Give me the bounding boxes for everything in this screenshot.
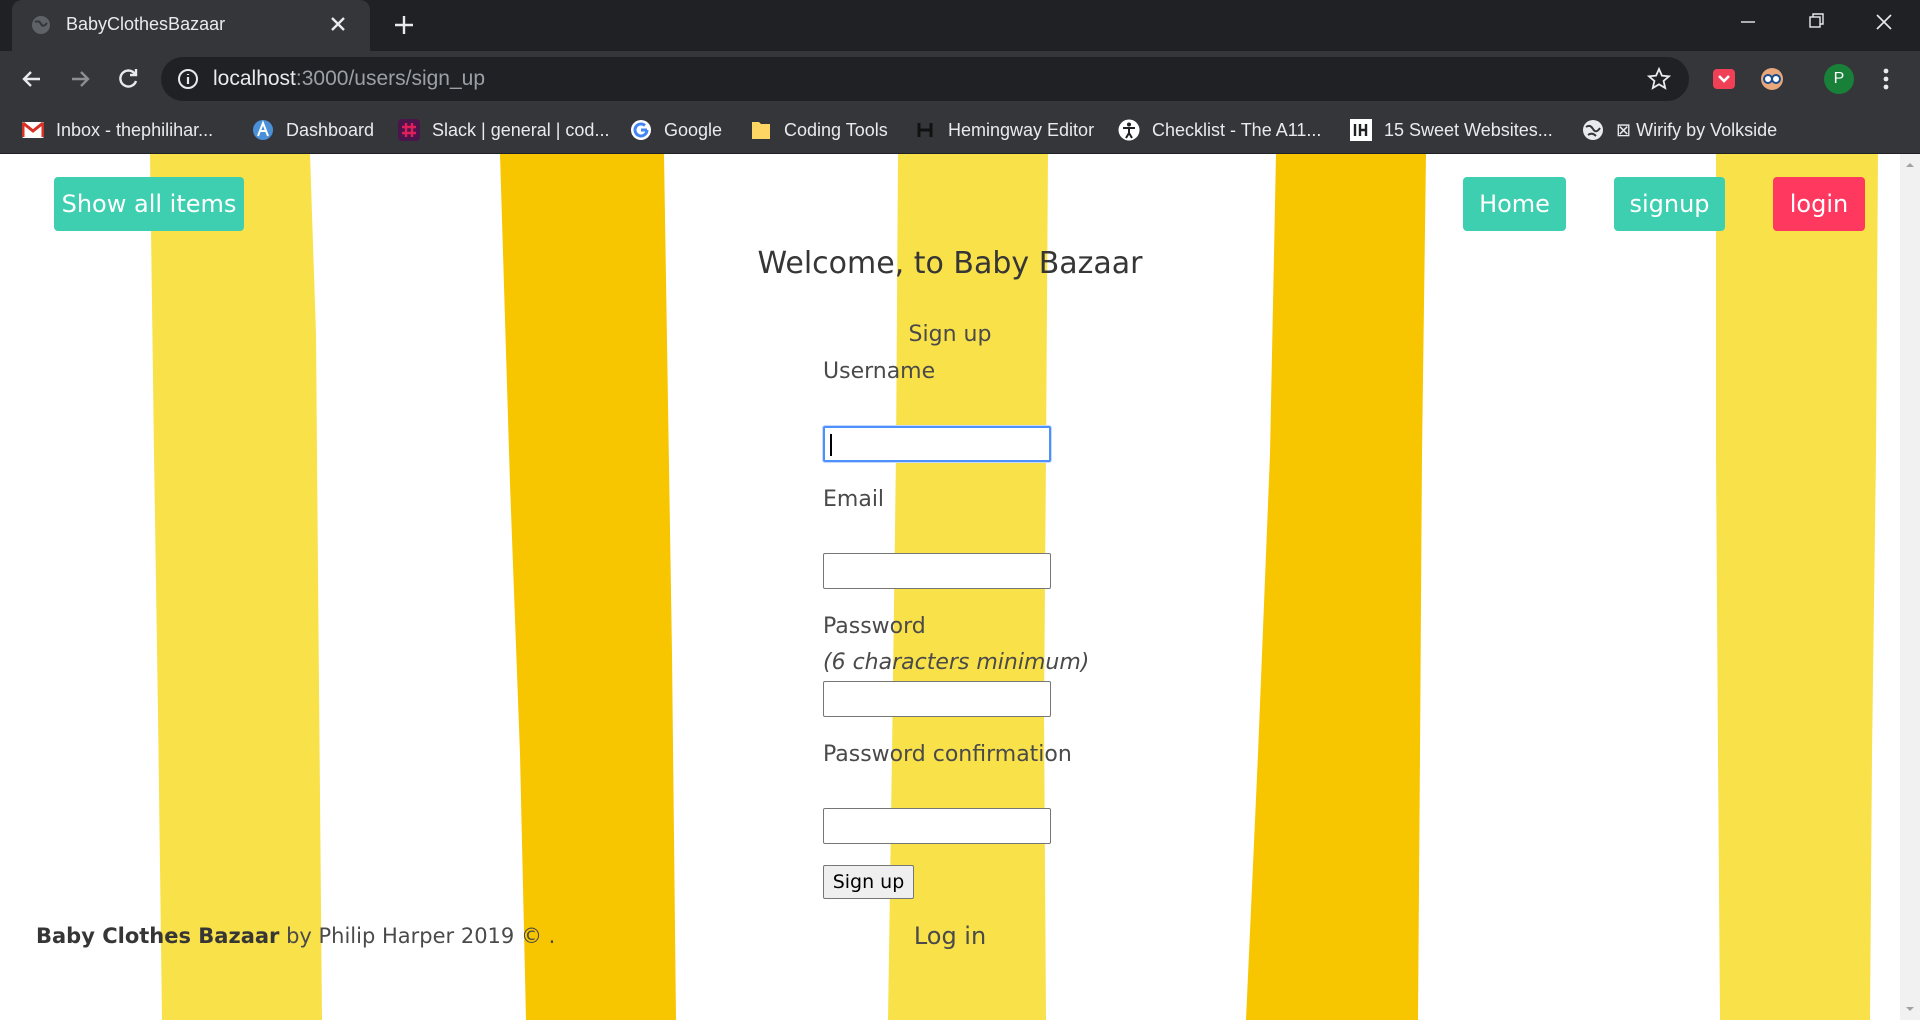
show-all-items-button[interactable]: Show all items [54,177,244,231]
url-text: localhost:3000/users/sign_up [213,67,485,91]
bookmark-label: Hemingway Editor [948,119,1095,140]
accessibility-icon [1118,119,1140,141]
back-icon[interactable] [18,65,46,93]
profile-avatar[interactable]: P [1824,64,1854,94]
page-viewport: Show all items Home signup login Welcome… [0,154,1900,1020]
slack-icon [398,119,420,141]
bookmark-checklist[interactable]: Checklist - The A11... [1118,115,1321,145]
bookmark-star-icon[interactable] [1647,67,1671,91]
username-field[interactable] [823,426,1051,462]
google-icon [630,119,652,141]
email-label: Email [823,487,885,512]
page-title: Welcome, to Baby Bazaar [757,246,1143,281]
bookmark-label: Google [664,119,723,140]
globe-icon [1582,119,1604,141]
browser-tab[interactable]: BabyClothesBazaar [12,0,370,51]
sign-up-submit-button[interactable]: Sign up [823,865,914,899]
signup-button[interactable]: signup [1614,177,1725,231]
restore-icon[interactable] [1798,8,1834,36]
password-field[interactable] [823,681,1051,717]
scroll-up-icon[interactable] [1905,160,1915,170]
signup-heading: Sign up [908,322,992,347]
bookmarks-bar: Inbox - thephilihar... Dashboard Slack |… [0,107,1920,154]
password-hint: (6 characters minimum) [823,650,1090,675]
address-bar[interactable]: localhost:3000/users/sign_up [161,57,1689,101]
password-confirmation-label: Password confirmation [823,742,1072,767]
close-window-icon[interactable] [1866,8,1902,36]
ih-icon [1350,119,1372,141]
bookmark-dashboard[interactable]: Dashboard [252,115,374,145]
extension-glasses-icon[interactable] [1758,65,1786,93]
browser-menu-icon[interactable] [1876,65,1896,93]
bookmark-label: Checklist - The A11... [1152,119,1322,140]
globe-icon [32,16,50,34]
dashboard-icon [252,119,274,141]
gmail-icon [22,119,44,141]
tab-strip: BabyClothesBazaar [0,0,1920,51]
close-tab-icon[interactable] [328,14,348,34]
browser-toolbar: localhost:3000/users/sign_up P [0,51,1920,107]
reload-icon[interactable] [114,65,142,93]
scroll-down-icon[interactable] [1905,1004,1915,1014]
site-info-icon[interactable] [177,68,199,90]
bookmark-wirify[interactable]: ⊠ Wirify by Volkside [1582,115,1777,145]
bookmark-label: Coding Tools [784,119,888,140]
tab-title: BabyClothesBazaar [66,14,226,34]
new-tab-icon[interactable] [392,13,416,37]
url-path: :3000/users/sign_up [295,67,486,90]
email-field[interactable] [823,553,1051,589]
forward-icon[interactable] [66,65,94,93]
password-confirmation-field[interactable] [823,808,1051,844]
bookmark-label: 15 Sweet Websites... [1384,119,1553,140]
text-caret [830,434,832,456]
bookmark-slack[interactable]: Slack | general | cod... [398,115,609,145]
home-button[interactable]: Home [1463,177,1566,231]
bookmark-15-sweet-websites[interactable]: 15 Sweet Websites... [1350,115,1553,145]
bookmark-label: Inbox - thephilihar... [56,119,214,140]
scrollbar[interactable] [1900,154,1920,1020]
bookmark-hemingway[interactable]: Hemingway Editor [914,115,1094,145]
bookmark-inbox[interactable]: Inbox - thephilihar... [22,115,213,145]
bookmark-label: Slack | general | cod... [432,119,610,140]
hemingway-icon [914,119,936,141]
bookmark-label: Dashboard [286,119,375,140]
log-in-link[interactable]: Log in [0,922,1900,950]
bookmark-label: ⊠ Wirify by Volkside [1616,119,1778,140]
bookmark-coding-tools[interactable]: Coding Tools [750,115,888,145]
login-button[interactable]: login [1773,177,1865,231]
folder-icon [750,119,772,141]
minimize-icon[interactable] [1730,8,1766,36]
password-label: Password [823,614,926,639]
username-label: Username [823,359,936,384]
bookmark-google[interactable]: Google [630,115,722,145]
url-host: localhost [213,67,296,90]
pocket-icon[interactable] [1710,65,1738,93]
